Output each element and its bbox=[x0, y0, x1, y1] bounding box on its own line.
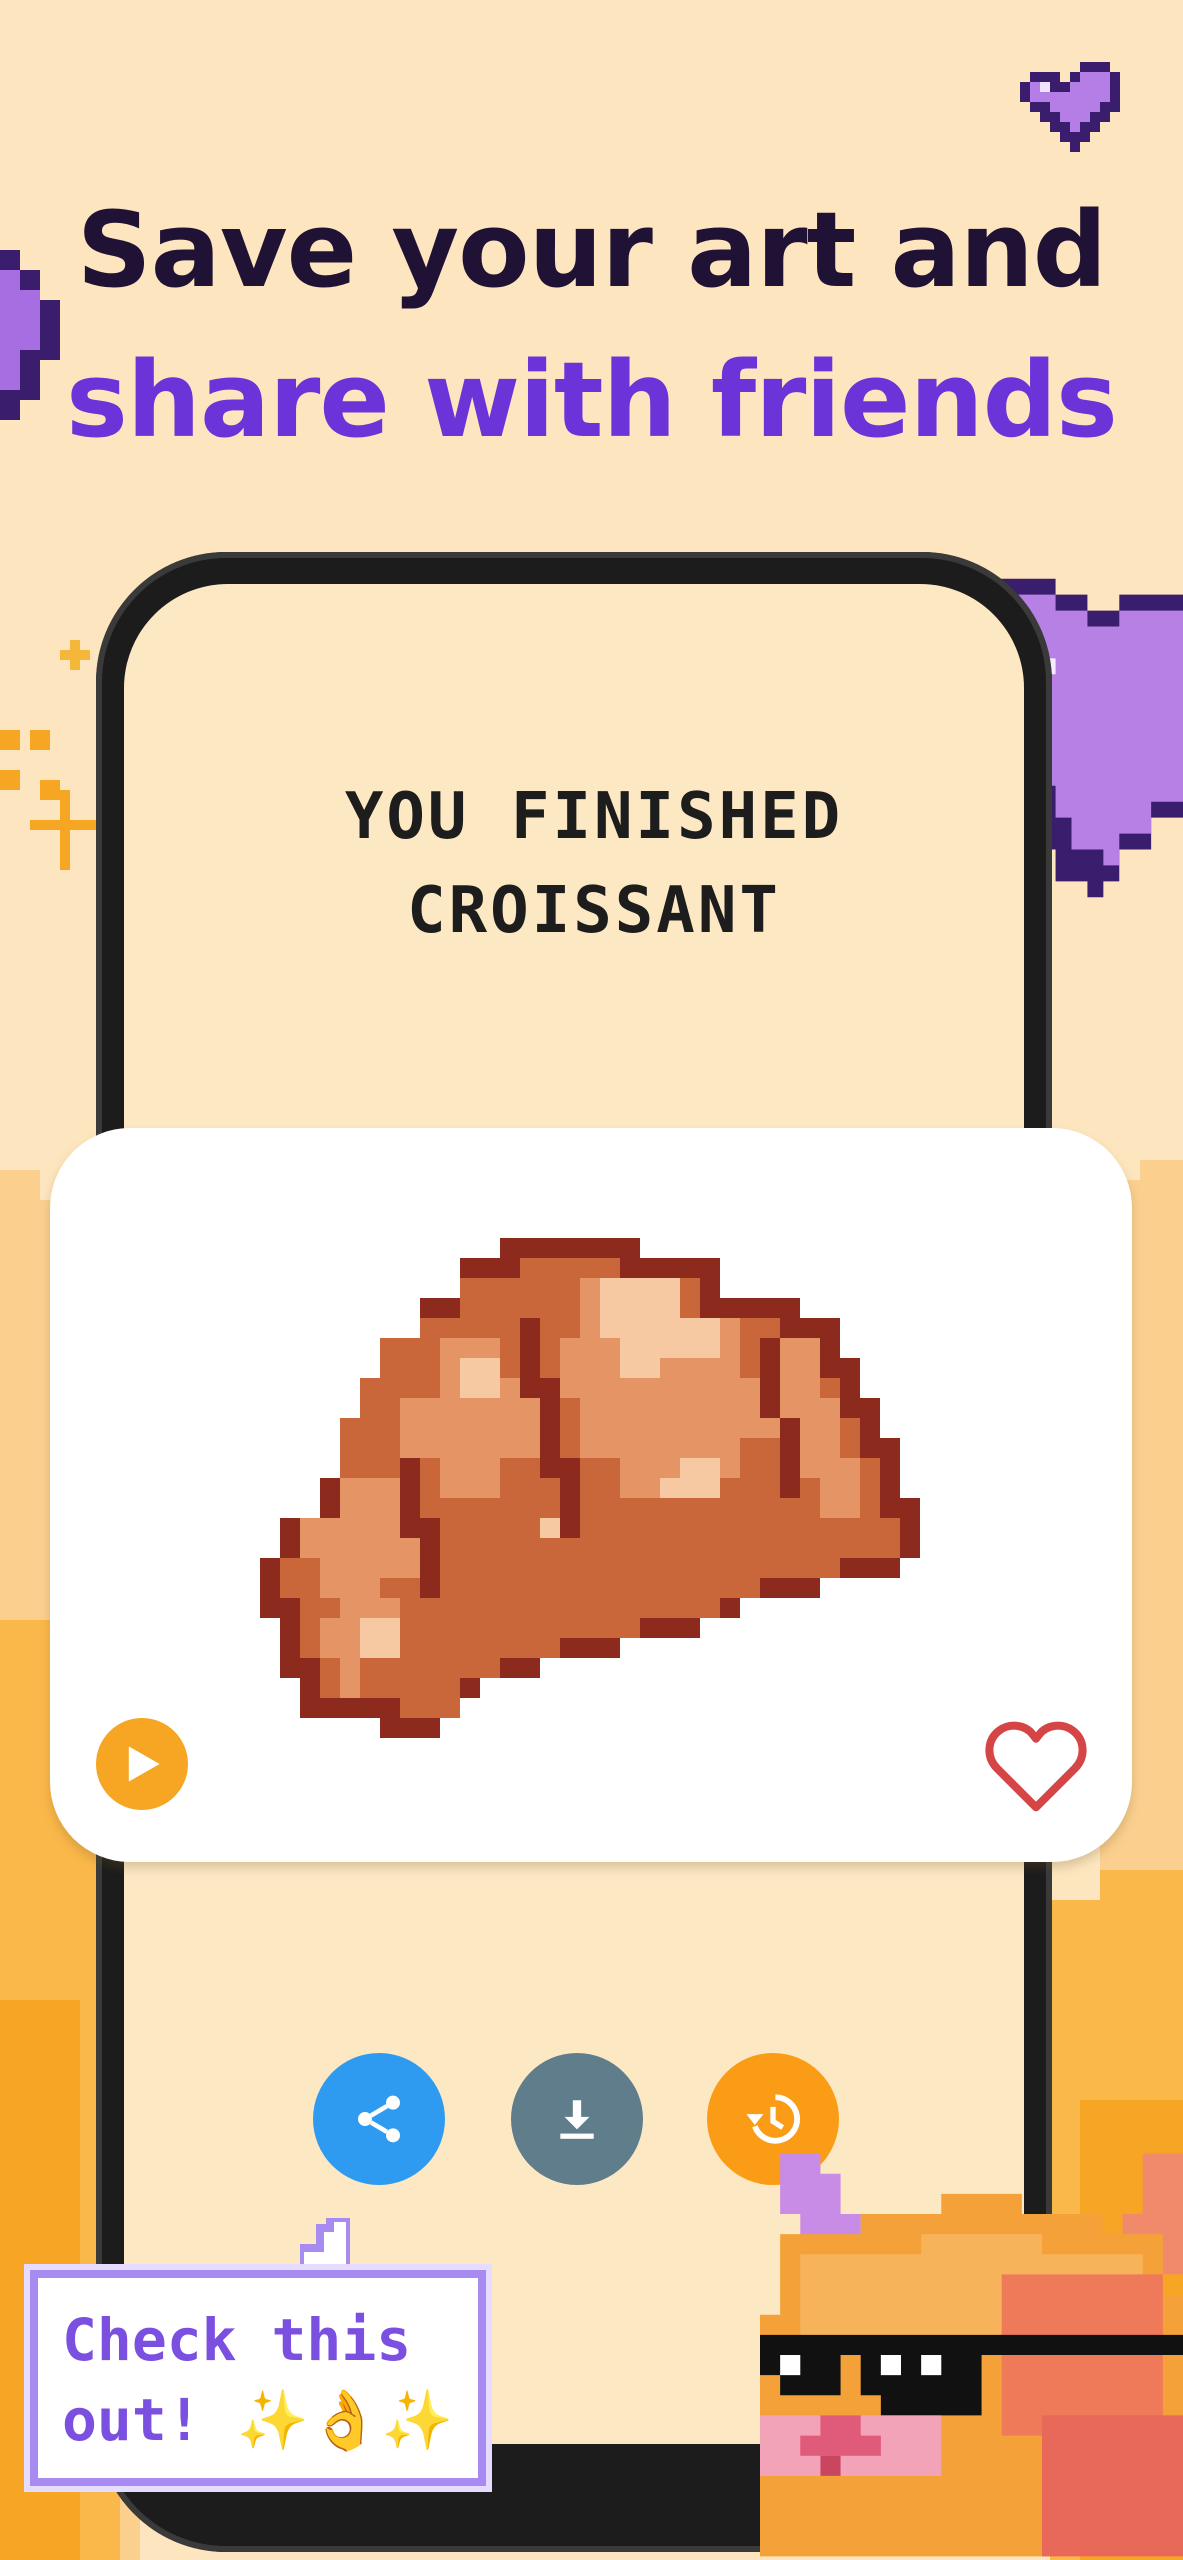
finished-title-line1: YOU FINISHED bbox=[344, 780, 844, 854]
speech-bubble-text: Check this out! ✨👌✨ bbox=[62, 2300, 482, 2460]
headline-line2: share with friends bbox=[66, 339, 1118, 461]
cat-with-sunglasses bbox=[760, 2153, 1183, 2557]
croissant-artwork bbox=[260, 1238, 920, 1738]
finished-title: YOU FINISHED CROISSANT bbox=[124, 770, 1064, 958]
share-icon bbox=[358, 2095, 400, 2143]
download-button[interactable] bbox=[511, 2053, 643, 2185]
sparkle-icon bbox=[0, 640, 100, 870]
artwork-card[interactable] bbox=[50, 1128, 1132, 1862]
heart-deco-top-right bbox=[1020, 62, 1120, 152]
heart-outline-icon bbox=[985, 1721, 1087, 1812]
download-icon bbox=[560, 2100, 594, 2139]
speech-bubble-line2: out! ✨👌✨ bbox=[62, 2386, 454, 2454]
play-icon bbox=[128, 1746, 160, 1782]
history-icon bbox=[746, 2094, 801, 2144]
favorite-heart-button[interactable] bbox=[982, 1716, 1090, 1814]
headline-line1: Save your art and bbox=[76, 189, 1107, 311]
finished-title-line2: CROISSANT bbox=[407, 874, 781, 948]
play-button[interactable] bbox=[96, 1718, 188, 1810]
share-button[interactable] bbox=[313, 2053, 445, 2185]
headline: Save your art and share with friends bbox=[0, 175, 1183, 475]
speech-bubble-line1: Check this bbox=[62, 2306, 412, 2374]
